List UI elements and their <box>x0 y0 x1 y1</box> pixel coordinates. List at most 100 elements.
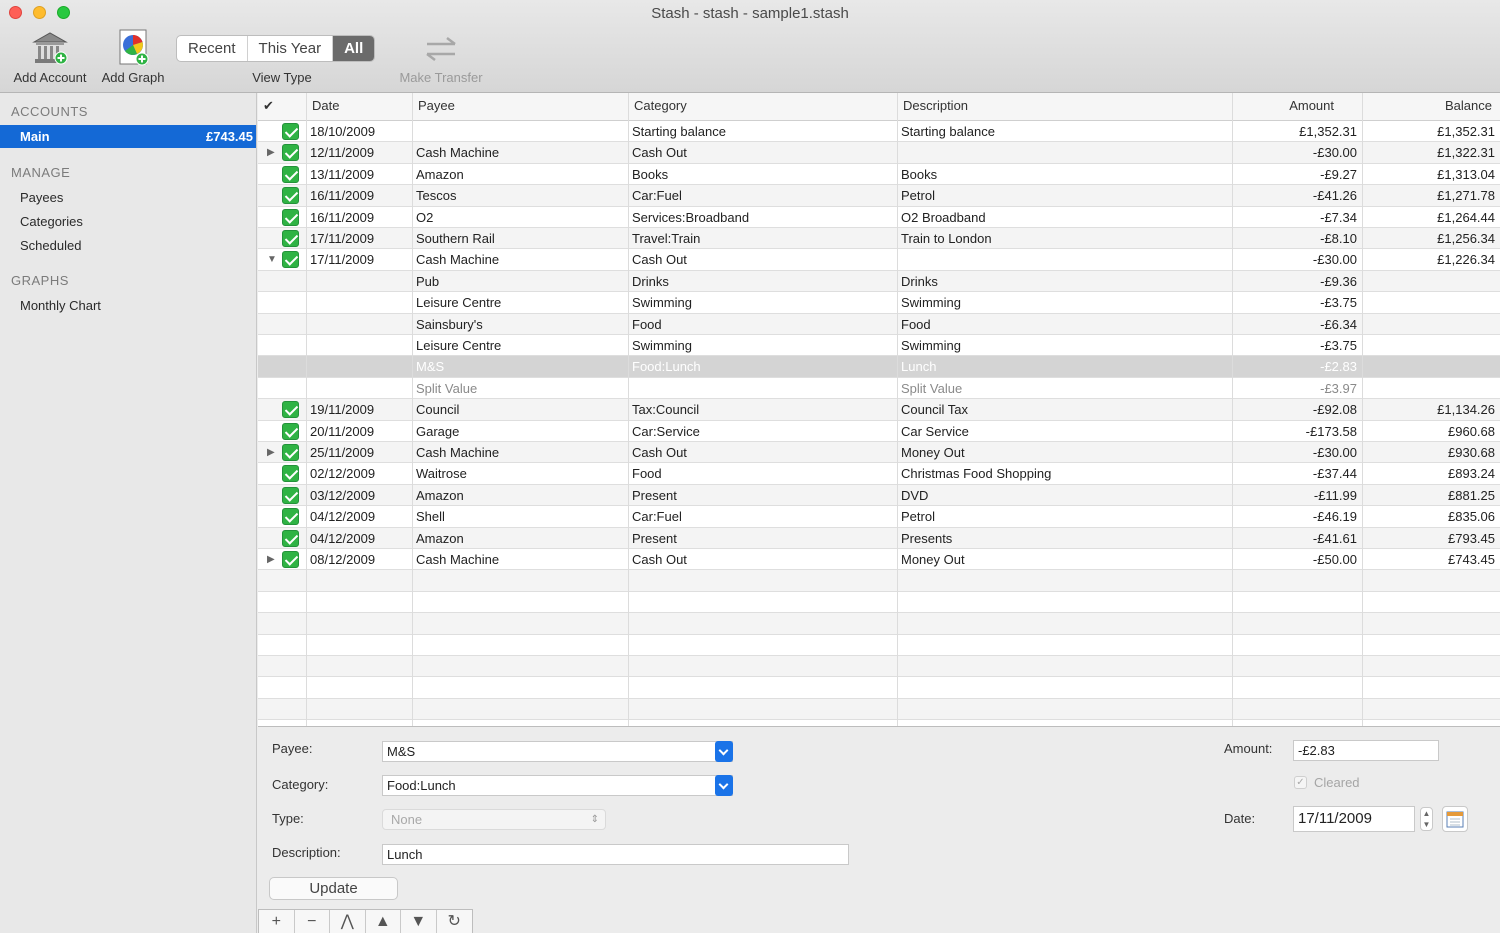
table-row[interactable]: 13/11/2009 Amazon Books Books -£9.27 £1,313.0… <box>258 164 1500 186</box>
date-stepper[interactable]: ▲ ▼ <box>1420 807 1433 831</box>
disclosure-collapsed-icon[interactable]: ▶ <box>267 142 275 163</box>
cell-date: 17/11/2009 <box>310 252 375 268</box>
cleared-checkbox-icon[interactable] <box>282 165 299 183</box>
move-down-button[interactable]: ▼ <box>401 910 437 933</box>
cleared-checkbox-icon[interactable] <box>282 144 299 162</box>
sidebar-item-payees[interactable]: Payees <box>20 190 63 205</box>
category-combobox[interactable]: Food:Lunch <box>382 775 733 796</box>
cell-balance: £1,256.34 <box>1437 231 1495 246</box>
cell-description: Lunch <box>901 359 937 375</box>
calendar-button[interactable] <box>1442 806 1468 832</box>
table-row[interactable]: Leisure Centre Swimming Swimming -£3.75 <box>258 292 1500 314</box>
add-row-button[interactable]: + <box>259 910 295 933</box>
cell-balance: £1,313.04 <box>1437 166 1495 182</box>
update-button[interactable]: Update <box>269 877 398 900</box>
cell-payee: Pub <box>416 273 440 289</box>
table-row[interactable]: ▶ 08/12/2009 Cash Machine Cash Out Money Out… <box>258 549 1500 571</box>
cell-description: Car Service <box>901 423 969 439</box>
sidebar-item-scheduled[interactable]: Scheduled <box>20 238 81 253</box>
add-account-button[interactable]: Add Account <box>10 28 90 85</box>
cell-category: Present <box>632 530 677 546</box>
category-label: Category: <box>272 777 329 792</box>
column-header-date[interactable]: Date <box>306 93 412 121</box>
column-header-amount[interactable]: Amount <box>1232 93 1362 121</box>
cleared-checkbox-icon[interactable] <box>282 551 299 568</box>
cleared-checkbox-icon[interactable] <box>282 486 299 504</box>
cell-amount: -£41.26 <box>1312 188 1357 204</box>
move-up-button[interactable]: ▲ <box>366 910 401 933</box>
table-row[interactable]: 04/12/2009 Shell Car:Fuel Petrol -£46.19 £835… <box>258 506 1500 528</box>
description-field[interactable]: Lunch <box>382 844 849 865</box>
table-row[interactable]: 16/11/2009 O2 Services:Broadband O2 Broadba… <box>258 207 1500 228</box>
table-row[interactable]: M&S Food:Lunch Lunch -£2.83 <box>258 356 1500 378</box>
split-transaction-button[interactable]: ⋀ <box>330 910 366 933</box>
cleared-checkbox-icon[interactable] <box>282 251 299 269</box>
column-header-category[interactable]: Category <box>628 93 897 121</box>
table-row[interactable]: 03/12/2009 Amazon Present DVD -£11.99 £881.25 <box>258 484 1500 507</box>
table-row[interactable]: 19/11/2009 Council Tax:Council Council Tax -… <box>258 399 1500 421</box>
column-header-balance[interactable]: Balance <box>1362 93 1500 121</box>
graphs-header: GRAPHS <box>11 273 69 288</box>
column-header-cleared[interactable]: ✔ <box>258 93 306 121</box>
table-row[interactable]: Split Value Split Value -£3.97 <box>258 378 1500 400</box>
cell-payee: Leisure Centre <box>416 338 502 353</box>
table-row[interactable]: 16/11/2009 Tescos Car:Fuel Petrol -£41.26 £1,… <box>258 185 1500 207</box>
payee-combobox[interactable]: M&S <box>382 741 733 762</box>
disclosure-collapsed-icon[interactable]: ▶ <box>267 442 275 463</box>
column-divider <box>628 93 629 726</box>
table-row[interactable]: ▶ 12/11/2009 Cash Machine Cash Out -£30.00 £1… <box>258 142 1500 164</box>
chevron-down-icon[interactable] <box>715 775 733 796</box>
cell-category: Starting balance <box>632 124 726 139</box>
cleared-checkbox[interactable]: ✓ <box>1294 776 1307 789</box>
table-row[interactable]: 04/12/2009 Amazon Present Presents -£41.61 £7… <box>258 527 1500 549</box>
chevron-down-icon[interactable] <box>715 741 733 762</box>
cell-date: 03/12/2009 <box>310 487 376 503</box>
cleared-checkbox-icon[interactable] <box>282 123 299 140</box>
sidebar-item-main-account[interactable]: Main £743.45 <box>0 125 256 148</box>
cell-date: 04/12/2009 <box>310 509 376 525</box>
cell-payee: Cash Machine <box>416 252 500 268</box>
cell-payee: Leisure Centre <box>416 295 502 311</box>
view-type-this-year[interactable]: This Year <box>248 36 334 61</box>
cell-description: Train to London <box>901 231 992 246</box>
cleared-checkbox-icon[interactable] <box>282 187 299 205</box>
amount-field[interactable]: -£2.83 <box>1293 740 1439 761</box>
remove-row-button[interactable]: − <box>295 910 330 933</box>
refresh-button[interactable]: ↻ <box>437 910 473 933</box>
cleared-checkbox-icon[interactable] <box>282 508 299 526</box>
sidebar-item-categories[interactable]: Categories <box>20 214 83 229</box>
cleared-checkbox-icon[interactable] <box>282 401 299 419</box>
date-field[interactable]: 17/11/2009 <box>1293 806 1415 832</box>
view-type-all[interactable]: All <box>333 36 375 61</box>
disclosure-expanded-icon[interactable]: ▼ <box>267 249 277 270</box>
table-row[interactable]: 20/11/2009 Garage Car:Service Car Service -£… <box>258 421 1500 442</box>
cell-category: Cash Out <box>632 252 687 268</box>
type-select[interactable]: None ⇕ <box>382 809 606 830</box>
view-type-segmented-control[interactable]: Recent This Year All <box>176 35 376 62</box>
add-graph-button[interactable]: Add Graph <box>100 28 166 85</box>
disclosure-collapsed-icon[interactable]: ▶ <box>267 549 275 570</box>
column-header-payee[interactable]: Payee <box>412 93 628 121</box>
table-row[interactable]: 18/10/2009 Starting balance Starting balan… <box>258 121 1500 143</box>
cell-amount: -£11.99 <box>1313 487 1357 503</box>
cleared-checkbox-icon[interactable] <box>282 422 299 440</box>
table-row[interactable]: 17/11/2009 Southern Rail Travel:Train Train… <box>258 228 1500 250</box>
table-row[interactable]: 02/12/2009 Waitrose Food Christmas Food Sho… <box>258 463 1500 485</box>
make-transfer-button[interactable]: Make Transfer <box>394 28 488 85</box>
table-row[interactable]: ▶ 25/11/2009 Cash Machine Cash Out Money Out… <box>258 442 1500 464</box>
sidebar-item-monthly-chart[interactable]: Monthly Chart <box>20 298 101 313</box>
cell-date <box>306 335 412 356</box>
cleared-checkbox-icon[interactable] <box>282 208 299 226</box>
table-row[interactable]: Leisure Centre Swimming Swimming -£3.75 <box>258 335 1500 357</box>
cleared-checkbox-icon[interactable] <box>282 230 299 247</box>
cell-amount: £1,352.31 <box>1299 124 1357 139</box>
cell-amount: -£30.00 <box>1312 145 1357 161</box>
view-type-recent[interactable]: Recent <box>177 36 248 61</box>
column-header-description[interactable]: Description <box>897 93 1232 121</box>
cleared-checkbox-icon[interactable] <box>282 444 299 461</box>
cleared-checkbox-icon[interactable] <box>282 529 299 547</box>
table-row[interactable]: Pub Drinks Drinks -£9.36 <box>258 270 1500 293</box>
cleared-checkbox-icon[interactable] <box>282 465 299 483</box>
table-row[interactable]: ▼ 17/11/2009 Cash Machine Cash Out -£30.00 £1… <box>258 249 1500 271</box>
table-row[interactable]: Sainsbury's Food Food -£6.34 <box>258 313 1500 335</box>
